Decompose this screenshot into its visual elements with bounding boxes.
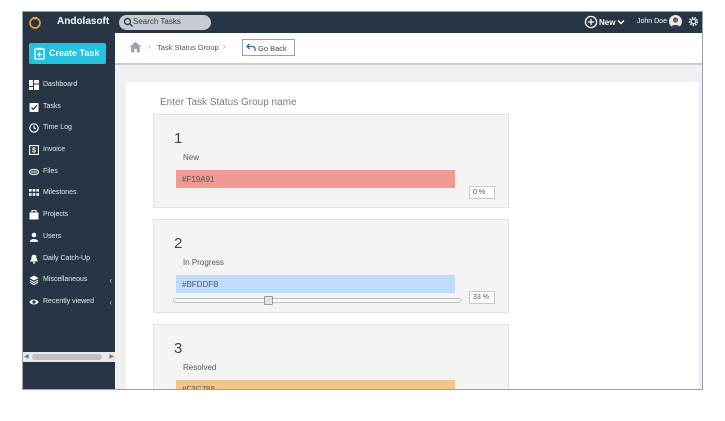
sidebar-item-label: Dashboard: [43, 81, 78, 88]
sidebar-item-tasks[interactable]: Tasks: [23, 97, 115, 119]
milestones-icon: [29, 189, 39, 197]
undo-arrow-icon: [246, 43, 256, 51]
breadcrumb: › Task Status Group › Go Back: [115, 33, 702, 65]
scroll-left-arrow-icon[interactable]: ◀: [24, 353, 29, 360]
status-group-card: 3 Resolved #F3C788: [153, 324, 509, 389]
scroll-right-arrow-icon[interactable]: ▶: [109, 353, 114, 360]
user-name[interactable]: John Doe: [637, 18, 667, 25]
sidebar-item-users[interactable]: Users: [23, 227, 115, 249]
color-field[interactable]: #BFDDFB: [176, 275, 455, 293]
gear-icon[interactable]: [688, 16, 699, 27]
sidebar-item-label: Miscellaneous: [43, 276, 88, 284]
sidebar-item-label: Time Log: [43, 124, 72, 132]
breadcrumb-separator-icon: ›: [148, 42, 151, 51]
progress-slider[interactable]: [173, 296, 461, 305]
sidebar-item-daily-catch-up[interactable]: Daily Catch-Up: [23, 249, 115, 271]
users-icon: [29, 232, 39, 242]
sidebar-item-label: Projects: [43, 211, 69, 219]
sidebar-item-label: Tasks: [43, 102, 61, 110]
logo-icon[interactable]: [28, 15, 42, 29]
sidebar-item-label: Users: [43, 232, 62, 240]
invoice-icon: $: [29, 145, 39, 156]
sidebar-item-recently-viewed[interactable]: Recently viewed ‹: [23, 292, 115, 314]
percent-field[interactable]: 33 %: [469, 291, 495, 304]
status-group-card: 2 In Progress #BFDDFB 33 %: [153, 219, 509, 313]
sidebar-item-label: Milestones: [43, 189, 77, 197]
chevron-down-icon: [617, 19, 625, 25]
sidebar-item-label: Daily Catch-Up: [43, 254, 91, 262]
create-task-button[interactable]: Create Task: [29, 43, 106, 64]
top-bar: Andolasoft Search Tasks New John Doe: [23, 12, 702, 33]
brand-name: Andolasoft: [57, 16, 110, 27]
projects-icon: [29, 210, 39, 220]
app-window: Andolasoft Search Tasks New John Doe Cre…: [22, 11, 703, 390]
create-task-label: Create Task: [49, 48, 100, 58]
status-group-form: Enter Task Status Group name 1 New #F19A…: [126, 82, 699, 389]
chevron-left-icon: ‹: [109, 297, 112, 307]
status-name[interactable]: New: [183, 153, 199, 162]
sidebar-item-label: Files: [43, 167, 58, 175]
clock-icon: [29, 123, 39, 134]
sidebar-item-milestones[interactable]: Milestones: [23, 183, 115, 205]
status-number: 2: [174, 235, 183, 252]
status-number: 3: [174, 340, 183, 357]
slider-handle[interactable]: [264, 296, 274, 305]
sidebar-horizontal-scrollbar[interactable]: ◀ ▶: [23, 352, 115, 362]
status-group-card: 1 New #F19A91 0 %: [153, 114, 509, 208]
sidebar-item-label: Invoice: [43, 146, 66, 154]
scrollbar-thumb[interactable]: [32, 354, 102, 360]
tasks-icon: [29, 102, 39, 112]
status-name[interactable]: In Progress: [183, 258, 224, 267]
sidebar: Create Task Dashboard Tasks Time Log $ I…: [23, 33, 115, 389]
sidebar-item-miscellaneous[interactable]: Miscellaneous ‹: [23, 270, 115, 292]
color-field[interactable]: #F3C788: [176, 380, 455, 389]
sidebar-item-files[interactable]: Files: [23, 162, 115, 184]
sidebar-item-projects[interactable]: Projects: [23, 205, 115, 227]
search-input[interactable]: Search Tasks: [133, 17, 181, 26]
files-icon: [29, 168, 39, 175]
sidebar-item-time-log[interactable]: Time Log: [23, 118, 115, 140]
user-photo-icon: [670, 17, 681, 28]
status-number: 1: [174, 130, 183, 147]
breadcrumb-current: Task Status Group: [157, 43, 219, 52]
bell-icon: [30, 254, 38, 264]
color-field[interactable]: #F19A91: [176, 170, 455, 188]
status-name[interactable]: Resolved: [183, 363, 216, 372]
sidebar-item-dashboard[interactable]: Dashboard: [23, 75, 115, 97]
search-box[interactable]: Search Tasks: [119, 15, 211, 30]
percent-field[interactable]: 0 %: [469, 186, 495, 199]
layers-icon: [29, 275, 39, 286]
chevron-left-icon: ‹: [109, 276, 112, 286]
home-icon[interactable]: [129, 41, 142, 53]
sidebar-nav: Dashboard Tasks Time Log $ Invoice Files…: [23, 75, 115, 314]
go-back-label: Go Back: [258, 44, 287, 53]
page-title: Enter Task Status Group name: [160, 97, 297, 108]
new-button-label: New: [599, 18, 616, 27]
dashboard-icon: [29, 80, 39, 90]
avatar[interactable]: [669, 15, 682, 28]
eye-icon: [29, 299, 39, 305]
go-back-button[interactable]: Go Back: [242, 39, 295, 56]
plus-circle-icon: [584, 15, 598, 29]
sidebar-item-label: Recently viewed: [43, 297, 94, 305]
svg-text:$: $: [32, 148, 36, 155]
create-task-icon: [34, 47, 45, 60]
breadcrumb-separator-icon: ›: [223, 42, 226, 51]
sidebar-item-invoice[interactable]: $ Invoice: [23, 140, 115, 162]
